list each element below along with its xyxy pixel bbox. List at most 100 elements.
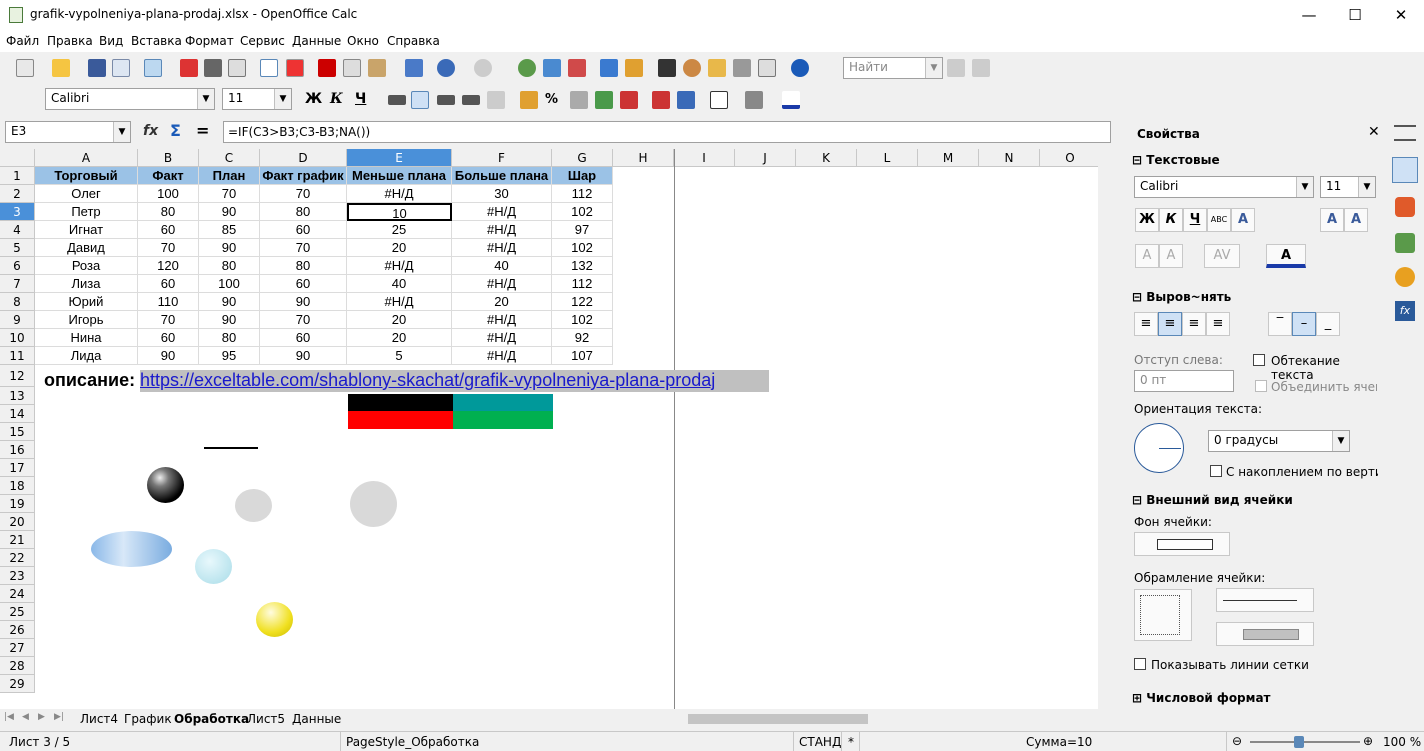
table-cell[interactable]: #Н/Д: [452, 203, 552, 221]
shadow-button[interactable]: A: [1231, 208, 1255, 232]
formula-input[interactable]: =IF(C3>B3;C3-B3;NA()): [223, 121, 1111, 143]
find-next-icon[interactable]: [947, 59, 965, 77]
row-header[interactable]: 24: [0, 585, 35, 603]
table-cell[interactable]: 20: [347, 239, 452, 257]
column-header[interactable]: E: [347, 149, 452, 167]
menu-window[interactable]: Окно: [347, 34, 379, 48]
description-link[interactable]: https://exceltable.com/shablony-skachat/…: [140, 370, 769, 392]
navigator-icon[interactable]: [683, 59, 701, 77]
table-cell[interactable]: 107: [552, 347, 613, 365]
number-format-section-header[interactable]: ⊞ Числовой формат: [1132, 691, 1271, 705]
redo-icon[interactable]: [474, 59, 492, 77]
text-section-header[interactable]: ⊟ Текстовые: [1132, 153, 1220, 167]
table-cell[interactable]: 92: [552, 329, 613, 347]
column-header[interactable]: J: [735, 149, 796, 167]
print-icon[interactable]: [204, 59, 222, 77]
table-cell[interactable]: 90: [199, 311, 260, 329]
zoom-level[interactable]: 100 %: [1383, 735, 1421, 749]
subscript-icon[interactable]: A: [1159, 244, 1183, 268]
ball-shape-gray-small[interactable]: [235, 489, 272, 522]
row-header[interactable]: 23: [0, 567, 35, 585]
row-header[interactable]: 7: [0, 275, 35, 293]
menu-insert[interactable]: Вставка: [131, 34, 182, 48]
ellipse-shape-blue[interactable]: [91, 531, 172, 567]
increase-font-icon[interactable]: A: [1320, 208, 1344, 232]
column-header[interactable]: N: [979, 149, 1040, 167]
table-cell[interactable]: Лида: [35, 347, 138, 365]
table-cell[interactable]: 120: [138, 257, 199, 275]
table-cell[interactable]: 80: [199, 257, 260, 275]
delete-decimal-icon[interactable]: [620, 91, 638, 109]
table-cell[interactable]: 80: [199, 329, 260, 347]
chevron-down-icon[interactable]: ▼: [197, 89, 214, 109]
table-cell[interactable]: 112: [552, 185, 613, 203]
row-header[interactable]: 25: [0, 603, 35, 621]
horizontal-scrollbar[interactable]: [680, 711, 1090, 727]
sidebar-align-center-icon[interactable]: ≡: [1158, 312, 1182, 336]
align-top-icon[interactable]: ‾: [1268, 312, 1292, 336]
table-cell[interactable]: Роза: [35, 257, 138, 275]
table-cell[interactable]: #Н/Д: [452, 275, 552, 293]
row-header[interactable]: 16: [0, 441, 35, 459]
export-pdf-icon[interactable]: [180, 59, 198, 77]
align-left-icon[interactable]: [388, 95, 406, 105]
table-cell[interactable]: Нина: [35, 329, 138, 347]
function-wizard-button[interactable]: fx: [143, 123, 158, 139]
align-bottom-icon[interactable]: _: [1316, 312, 1340, 336]
menu-view[interactable]: Вид: [99, 34, 123, 48]
table-cell[interactable]: 80: [138, 203, 199, 221]
row-header[interactable]: 5: [0, 239, 35, 257]
currency-icon[interactable]: [520, 91, 538, 109]
column-header[interactable]: F: [452, 149, 552, 167]
last-sheet-icon[interactable]: ▶|: [54, 712, 64, 722]
align-middle-icon[interactable]: –: [1292, 312, 1316, 336]
insert-mode[interactable]: СТАНД: [799, 735, 841, 749]
previous-sheet-icon[interactable]: ◀: [22, 712, 29, 722]
sidebar-underline-button[interactable]: Ч: [1183, 208, 1207, 232]
table-cell[interactable]: 40: [452, 257, 552, 275]
table-cell[interactable]: #Н/Д: [347, 293, 452, 311]
column-header[interactable]: M: [918, 149, 979, 167]
table-header-cell[interactable]: План: [199, 167, 260, 185]
open-folder-icon[interactable]: [52, 59, 70, 77]
active-cell[interactable]: 10: [347, 203, 452, 221]
line-shape[interactable]: [204, 447, 258, 449]
strikethrough-button[interactable]: ABC: [1207, 208, 1231, 232]
row-header[interactable]: 15: [0, 423, 35, 441]
column-header[interactable]: D: [260, 149, 347, 167]
sidebar-italic-button[interactable]: К: [1159, 208, 1183, 232]
copy-icon[interactable]: [343, 59, 361, 77]
font-name-box[interactable]: Calibri ▼: [45, 88, 215, 110]
help-icon[interactable]: [791, 59, 809, 77]
next-sheet-icon[interactable]: ▶: [38, 712, 45, 722]
row-header[interactable]: 12: [0, 365, 35, 387]
column-header[interactable]: B: [138, 149, 199, 167]
wrap-text-checkbox[interactable]: [1253, 354, 1265, 366]
sort-descending-icon[interactable]: [568, 59, 586, 77]
table-cell[interactable]: #Н/Д: [452, 347, 552, 365]
cut-icon[interactable]: [318, 59, 336, 77]
table-cell[interactable]: 112: [552, 275, 613, 293]
sheet-tab[interactable]: Лист4: [80, 711, 118, 727]
font-size-box[interactable]: 11 ▼: [222, 88, 292, 110]
maximize-button[interactable]: ☐: [1332, 0, 1378, 30]
align-right-icon[interactable]: [437, 95, 455, 105]
cell-background-button[interactable]: [1134, 532, 1230, 556]
table-cell[interactable]: 95: [199, 347, 260, 365]
indent-input[interactable]: 0 пт: [1134, 370, 1234, 392]
sheet-tab[interactable]: Данные: [292, 711, 341, 727]
menu-format[interactable]: Формат: [185, 34, 234, 48]
table-cell[interactable]: #Н/Д: [347, 185, 452, 203]
menu-edit[interactable]: Правка: [47, 34, 93, 48]
table-cell[interactable]: Игорь: [35, 311, 138, 329]
column-header[interactable]: O: [1040, 149, 1100, 167]
new-document-icon[interactable]: [16, 59, 34, 77]
row-header[interactable]: 22: [0, 549, 35, 567]
table-cell[interactable]: 102: [552, 239, 613, 257]
table-cell[interactable]: 70: [260, 239, 347, 257]
table-cell[interactable]: 122: [552, 293, 613, 311]
appearance-section-header[interactable]: ⊟ Внешний вид ячейки: [1132, 493, 1293, 507]
column-header[interactable]: A: [35, 149, 138, 167]
gallery-icon[interactable]: [708, 59, 726, 77]
sidebar-size-box[interactable]: 11 ▼: [1320, 176, 1376, 198]
